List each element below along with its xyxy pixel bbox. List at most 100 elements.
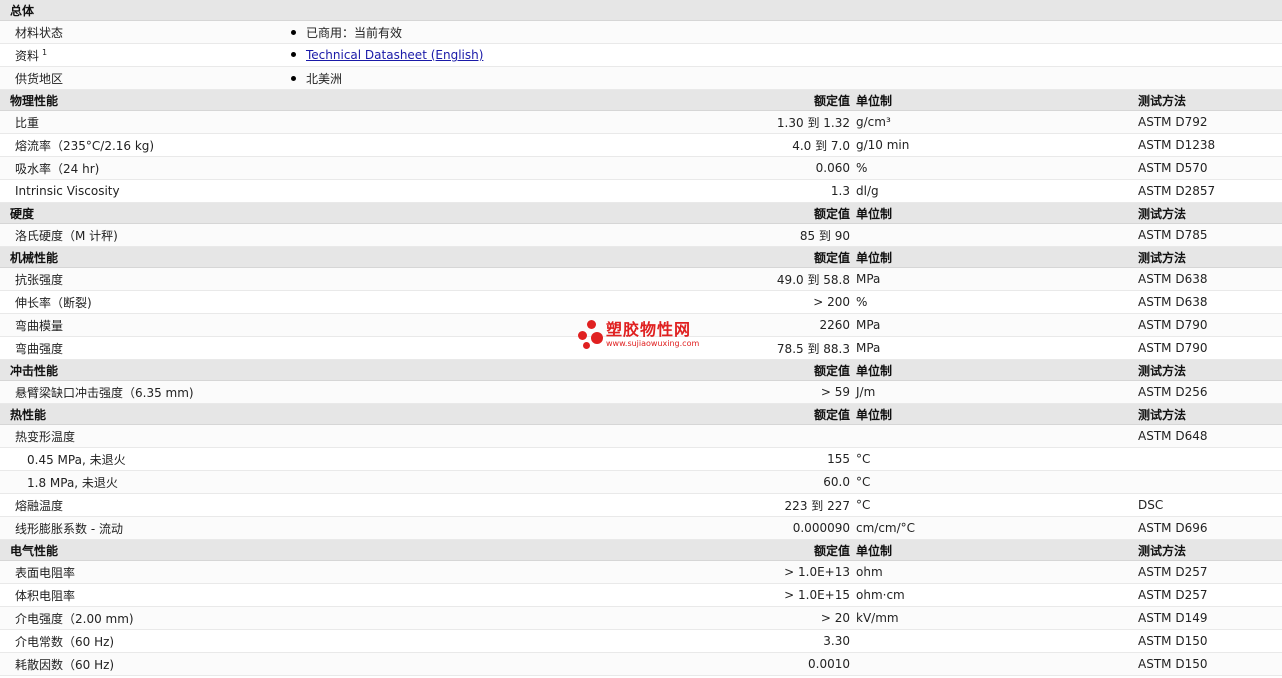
unit: MPa (856, 341, 881, 355)
section-header: 电气性能 额定值 单位制 测试方法 (0, 540, 1282, 561)
section-title: 物理性能 (10, 93, 59, 108)
bullet-icon (291, 75, 296, 81)
unit: cm/cm/°C (856, 521, 916, 535)
test-method: ASTM D2857 (1138, 184, 1216, 198)
nominal-value: > 200 (813, 295, 850, 309)
test-method: ASTM D696 (1138, 521, 1208, 535)
info-label: 资料 1 (15, 47, 47, 64)
unit: °C (856, 452, 871, 466)
nominal-value: 49.0 到 58.8 (776, 272, 850, 287)
property-name: 弯曲强度 (15, 341, 64, 356)
nominal-value: 0.0010 (808, 657, 850, 671)
info-row: 供货地区 北美洲 (0, 67, 1282, 90)
info-label-text: 材料状态 (15, 25, 64, 40)
section-title: 机械性能 (10, 250, 59, 265)
technical-datasheet-link[interactable]: Technical Datasheet (English) (306, 48, 483, 62)
watermark-logo-icon (578, 320, 604, 350)
nominal-value: 223 到 227 (784, 498, 850, 513)
table-row: 伸长率（断裂) > 200% ASTM D638 (0, 291, 1282, 314)
unit: °C (856, 498, 871, 512)
table-row: 热变形温度 ASTM D648 (0, 425, 1282, 448)
table-row: 表面电阻率 > 1.0E+13 ohm ASTM D257 (0, 561, 1282, 584)
watermark-url: www.sujiaowuxing.com (606, 339, 700, 348)
column-header-nominal: 额定值 (813, 543, 850, 558)
property-name: 1.8 MPa, 未退火 (27, 475, 118, 490)
unit: g/cm³ (856, 115, 891, 129)
property-name: 耗散因数（60 Hz) (15, 657, 115, 672)
unit: g/10 min (856, 138, 910, 152)
column-header-nominal: 额定值 (813, 250, 850, 265)
nominal-value: 1.30 到 1.32 (776, 115, 850, 130)
section-header-general: 总体 (0, 0, 1282, 21)
column-header-nominal: 额定值 (813, 206, 850, 221)
column-header-unit: 单位制 (856, 407, 893, 422)
test-method: ASTM D790 (1138, 341, 1208, 355)
property-name: 伸长率（断裂) (15, 295, 92, 310)
test-method: ASTM D638 (1138, 272, 1208, 286)
nominal-value: > 1.0E+15 (784, 588, 850, 602)
property-name: 悬臂梁缺口冲击强度（6.35 mm) (15, 385, 194, 400)
property-name: 介电强度（2.00 mm) (15, 611, 134, 626)
unit: MPa (856, 272, 881, 286)
test-method: ASTM D790 (1138, 318, 1208, 332)
bullet-icon (291, 52, 296, 57)
column-header-unit: 单位制 (856, 250, 893, 265)
info-value: Technical Datasheet (English) (291, 48, 483, 62)
table-row: 体积电阻率 > 1.0E+15 ohm·cm ASTM D257 (0, 584, 1282, 607)
info-row: 资料 1 Technical Datasheet (English) (0, 44, 1282, 67)
property-name: 吸水率（24 hr) (15, 161, 100, 176)
test-method: ASTM D638 (1138, 295, 1208, 309)
column-header-method: 测试方法 (1138, 407, 1187, 422)
property-name: 熔融温度 (15, 498, 64, 513)
property-name: 介电常数（60 Hz) (15, 634, 115, 649)
column-header-method: 测试方法 (1138, 250, 1187, 265)
table-row: 比重 1.30 到 1.32 g/cm³ ASTM D792 (0, 111, 1282, 134)
table-row: 吸水率（24 hr) 0.060% ASTM D570 (0, 157, 1282, 180)
footnote-marker: 1 (42, 47, 48, 57)
watermark-name: 塑胶物性网 (606, 320, 692, 339)
table-row: 洛氏硬度（M 计秤) 85 到 90 ASTM D785 (0, 224, 1282, 247)
section-title: 电气性能 (10, 543, 59, 558)
bullet-icon (291, 29, 296, 35)
column-header-method: 测试方法 (1138, 363, 1187, 378)
test-method: ASTM D570 (1138, 161, 1208, 175)
unit: ohm·cm (856, 588, 905, 602)
table-row: 介电常数（60 Hz) 3.30 ASTM D150 (0, 630, 1282, 653)
nominal-value: > 20 (820, 611, 850, 625)
section-header: 热性能 额定值 单位制 测试方法 (0, 404, 1282, 425)
section-title: 总体 (10, 3, 35, 18)
info-value-text: 已商用：当前有效 (306, 25, 403, 40)
column-header-unit: 单位制 (856, 543, 893, 558)
section-title: 热性能 (10, 407, 47, 422)
table-row: 熔流率（235°C/2.16 kg) 4.0 到 7.0 g/10 min ASTM … (0, 134, 1282, 157)
info-label-text: 供货地区 (15, 71, 64, 86)
nominal-value: 0.060 (815, 161, 850, 175)
column-header-method: 测试方法 (1138, 206, 1187, 221)
section-header: 冲击性能 额定值 单位制 测试方法 (0, 360, 1282, 381)
unit: % (856, 295, 868, 309)
unit: % (856, 161, 868, 175)
property-name: 洛氏硬度（M 计秤) (15, 228, 118, 243)
table-row: 熔融温度 223 到 227 °C DSC (0, 494, 1282, 517)
nominal-value: 85 到 90 (799, 228, 850, 243)
nominal-value: 1.3 (830, 184, 850, 198)
info-value: 已商用：当前有效 (291, 24, 402, 41)
property-name: 体积电阻率 (15, 588, 76, 603)
test-method: ASTM D149 (1138, 611, 1208, 625)
table-row: 0.45 MPa, 未退火 155 °C (0, 448, 1282, 471)
unit: kV/mm (856, 611, 899, 625)
unit: J/m (856, 385, 876, 399)
table-row: 悬臂梁缺口冲击强度（6.35 mm) > 59 J/m ASTM D256 (0, 381, 1282, 404)
column-header-method: 测试方法 (1138, 543, 1187, 558)
nominal-value: > 59 (820, 385, 850, 399)
table-row: 抗张强度 49.0 到 58.8 MPa ASTM D638 (0, 268, 1282, 291)
section-header: 机械性能 额定值 单位制 测试方法 (0, 247, 1282, 268)
section-header: 硬度 额定值 单位制 测试方法 (0, 203, 1282, 224)
unit: °C (856, 475, 871, 489)
unit: ohm (856, 565, 883, 579)
column-header-unit: 单位制 (856, 363, 893, 378)
table-row: Intrinsic Viscosity 1.3 dl/g ASTM D2857 (0, 180, 1282, 203)
info-label-text: 资料 (15, 48, 40, 63)
property-name: Intrinsic Viscosity (15, 184, 120, 198)
info-label: 供货地区 (15, 70, 63, 87)
